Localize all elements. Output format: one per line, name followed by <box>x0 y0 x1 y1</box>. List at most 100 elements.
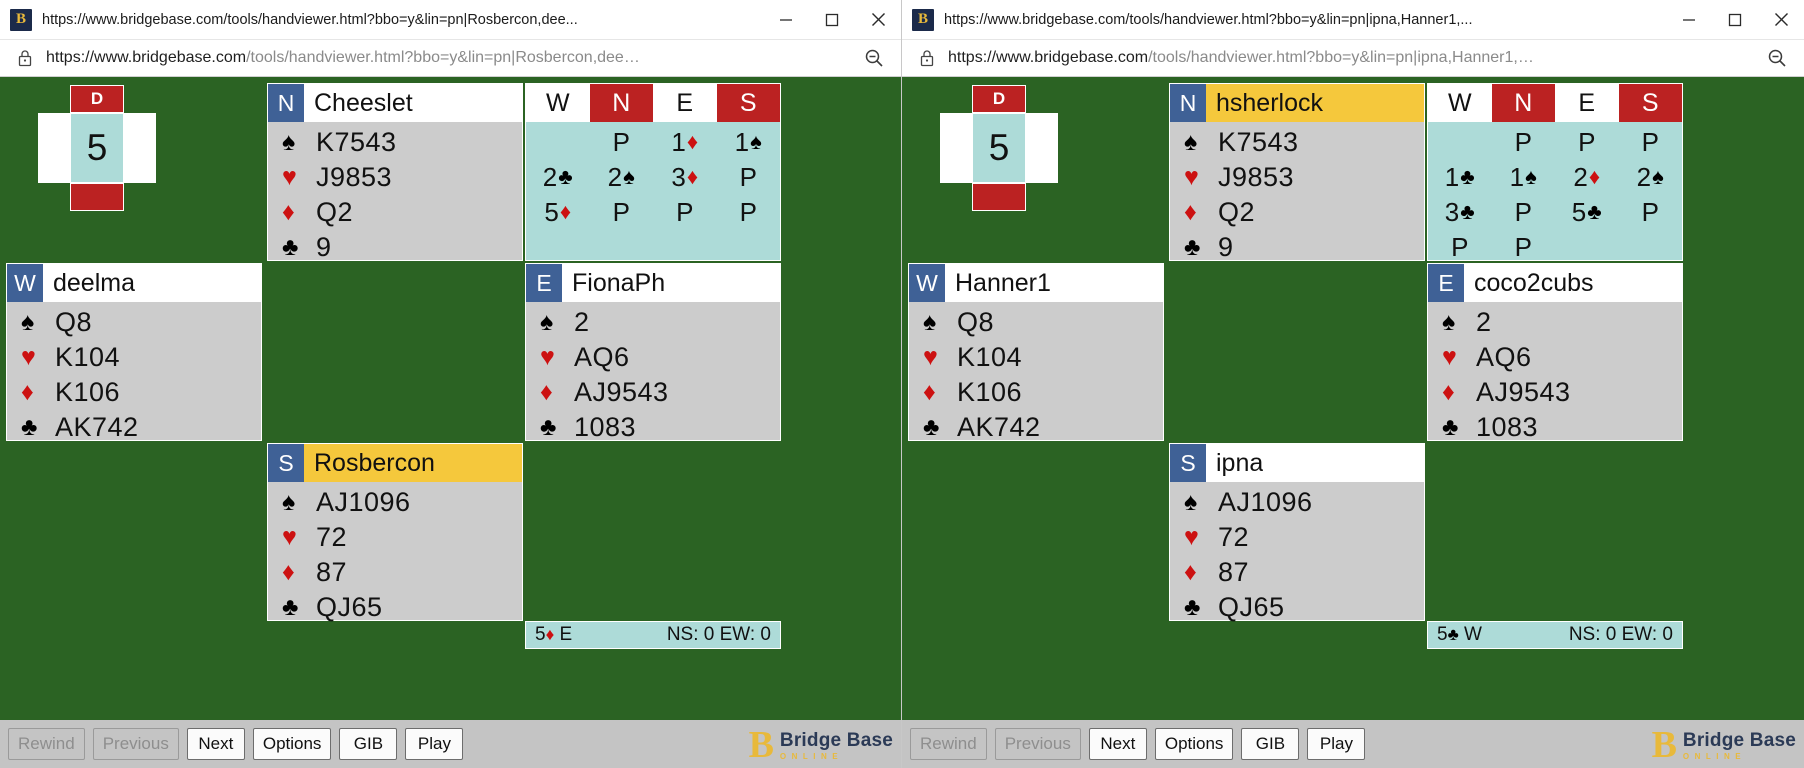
auction-col-w: W <box>1447 88 1472 117</box>
logo-b-mark-icon: B <box>1651 724 1677 766</box>
club-icon: ♣ <box>923 413 940 441</box>
suit-row: ♥ K104 <box>923 340 1163 375</box>
player-name-north: Cheeslet <box>314 88 413 117</box>
heart-icon: ♥ <box>282 523 297 551</box>
zoom-out-icon[interactable] <box>857 48 891 68</box>
suit-list-east: ♠ 2 ♥ AQ6 ♦ AJ9543 ♣ 1083 <box>526 302 780 445</box>
contract-status-bar: 5♦ E NS: 0 EW: 0 <box>525 621 781 649</box>
bid-suit-icon: ♣ <box>1460 198 1475 224</box>
contract-status-bar: 5♣ W NS: 0 EW: 0 <box>1427 621 1683 649</box>
favicon-bridgebase-icon: B <box>10 8 32 31</box>
address-bar: https://www.bridgebase.com/tools/handvie… <box>902 40 1804 77</box>
bid-suit-icon: ♣ <box>1587 198 1602 224</box>
suit-cards: K106 <box>957 377 1023 407</box>
auction-bid: P <box>1492 124 1556 159</box>
url-input[interactable]: https://www.bridgebase.com/tools/handvie… <box>40 49 857 67</box>
suit-cards: K7543 <box>316 127 397 157</box>
title-bar: Bhttps://www.bridgebase.com/tools/handvi… <box>902 0 1804 40</box>
auction-bid: P <box>590 124 654 159</box>
auction-bid: 2 ♦ <box>1555 159 1619 194</box>
url-input[interactable]: https://www.bridgebase.com/tools/handvie… <box>942 49 1760 67</box>
bottom-toolbar: Rewind Previous Next Options GIB Play B Bridge … <box>0 718 901 768</box>
suit-cards: Q2 <box>1218 197 1256 227</box>
dual-browser-screen: Bhttps://www.bridgebase.com/tools/handvi… <box>0 0 1804 768</box>
toolbar-button-options[interactable]: Options <box>1154 728 1234 760</box>
auction-bid: P <box>653 194 717 229</box>
toolbar-button-play[interactable]: Play <box>405 728 464 760</box>
minimize-button[interactable] <box>1666 0 1712 40</box>
auction-bid <box>1555 229 1619 264</box>
contract-text: 5♣ W <box>1437 624 1569 646</box>
toolbar-button-play[interactable]: Play <box>1307 728 1366 760</box>
minimize-button[interactable] <box>763 0 809 40</box>
toolbar-button-gib[interactable]: GIB <box>1241 728 1300 760</box>
zoom-out-icon[interactable] <box>1760 48 1794 68</box>
suit-cards: Q2 <box>316 197 354 227</box>
logo-subtitle: ONLINE <box>1682 751 1747 761</box>
close-button[interactable] <box>1758 0 1804 40</box>
suit-row: ♠ Q8 <box>21 305 261 340</box>
suit-row: ♥ 72 <box>282 520 522 555</box>
suit-cards: AK742 <box>55 412 139 442</box>
suit-row: ♥ J9853 <box>282 160 522 195</box>
lock-icon[interactable] <box>10 49 40 67</box>
auction-bid <box>1619 229 1683 264</box>
spade-icon: ♠ <box>1184 488 1198 516</box>
score-text: NS: 0 EW: 0 <box>1568 624 1673 645</box>
auction-col-s: S <box>1618 84 1682 122</box>
lock-icon[interactable] <box>912 49 942 67</box>
suit-row: ♠ 2 <box>540 305 780 340</box>
player-header-south: S Rosbercon <box>268 444 522 482</box>
player-header-east: E FionaPh <box>526 264 780 302</box>
auction-bid: P <box>1619 194 1683 229</box>
bid-suit-icon: ♦ <box>1588 163 1601 189</box>
auction-col-n: N <box>589 84 653 122</box>
browser-window-1: Bhttps://www.bridgebase.com/tools/handvi… <box>0 0 902 768</box>
suit-list-north: ♠ K7543 ♥ J9853 ♦ Q2 ♣ 9 <box>268 122 522 265</box>
bid-level: P <box>612 126 630 157</box>
player-name-west: deelma <box>53 268 135 297</box>
toolbar-button-previous: Previous <box>92 728 179 760</box>
bridge-base-logo: B Bridge Base ONLINE <box>1652 722 1796 768</box>
dealer-vulnerability-box: D5 <box>38 85 156 211</box>
title-bar: Bhttps://www.bridgebase.com/tools/handvi… <box>0 0 901 40</box>
maximize-button[interactable] <box>809 0 855 40</box>
auction-bid: 2 ♠ <box>590 159 654 194</box>
seat-badge-west: W <box>909 264 945 302</box>
suit-row: ♥ 72 <box>1184 520 1424 555</box>
bid-level: 2 <box>1636 161 1652 192</box>
suit-row: ♦ K106 <box>21 375 261 410</box>
heart-icon: ♥ <box>21 343 36 371</box>
diamond-icon: ♦ <box>21 378 34 406</box>
auction-row: 5 ♦ P P P <box>526 194 780 229</box>
suit-row: ♠ 2 <box>1442 305 1682 340</box>
suit-cards: 87 <box>1218 557 1250 587</box>
close-button[interactable] <box>855 0 901 40</box>
bid-level: P <box>1641 126 1659 157</box>
logo-subtitle: ONLINE <box>779 751 844 761</box>
bid-level: 1 <box>671 126 686 157</box>
auction-col-n: N <box>1491 84 1555 122</box>
heart-icon: ♥ <box>923 343 938 371</box>
auction-col-s: S <box>716 84 780 122</box>
diamond-icon: ♦ <box>1184 198 1197 226</box>
toolbar-button-next[interactable]: Next <box>1088 728 1147 760</box>
auction-bid: 1 ♣ <box>1428 159 1492 194</box>
club-icon: ♣ <box>1184 233 1201 261</box>
suit-row: ♥ K104 <box>21 340 261 375</box>
auction-bid: 2 ♠ <box>1619 159 1683 194</box>
suit-row: ♥ AQ6 <box>1442 340 1682 375</box>
url-path: /tools/handviewer.html?bbo=y&lin=pn|ipna… <box>1148 49 1534 66</box>
toolbar-button-next[interactable]: Next <box>186 728 245 760</box>
auction-bid <box>526 124 590 159</box>
bridge-table: D 5 Nhsherlock ♠ K7543 ♥ J9853 ♦ Q2 ♣ 9 W Hanner1 ♠ Q8… <box>902 77 1804 718</box>
suit-cards: AK742 <box>957 412 1041 442</box>
suit-row: ♦ 87 <box>282 555 522 590</box>
toolbar-button-gib[interactable]: GIB <box>339 728 398 760</box>
bid-level: 1 <box>1509 161 1525 192</box>
suit-row: ♠ AJ1096 <box>1184 485 1424 520</box>
maximize-button[interactable] <box>1712 0 1758 40</box>
toolbar-button-options[interactable]: Options <box>252 728 332 760</box>
window-controls <box>763 0 901 40</box>
toolbar-button-rewind: Rewind <box>910 728 987 760</box>
